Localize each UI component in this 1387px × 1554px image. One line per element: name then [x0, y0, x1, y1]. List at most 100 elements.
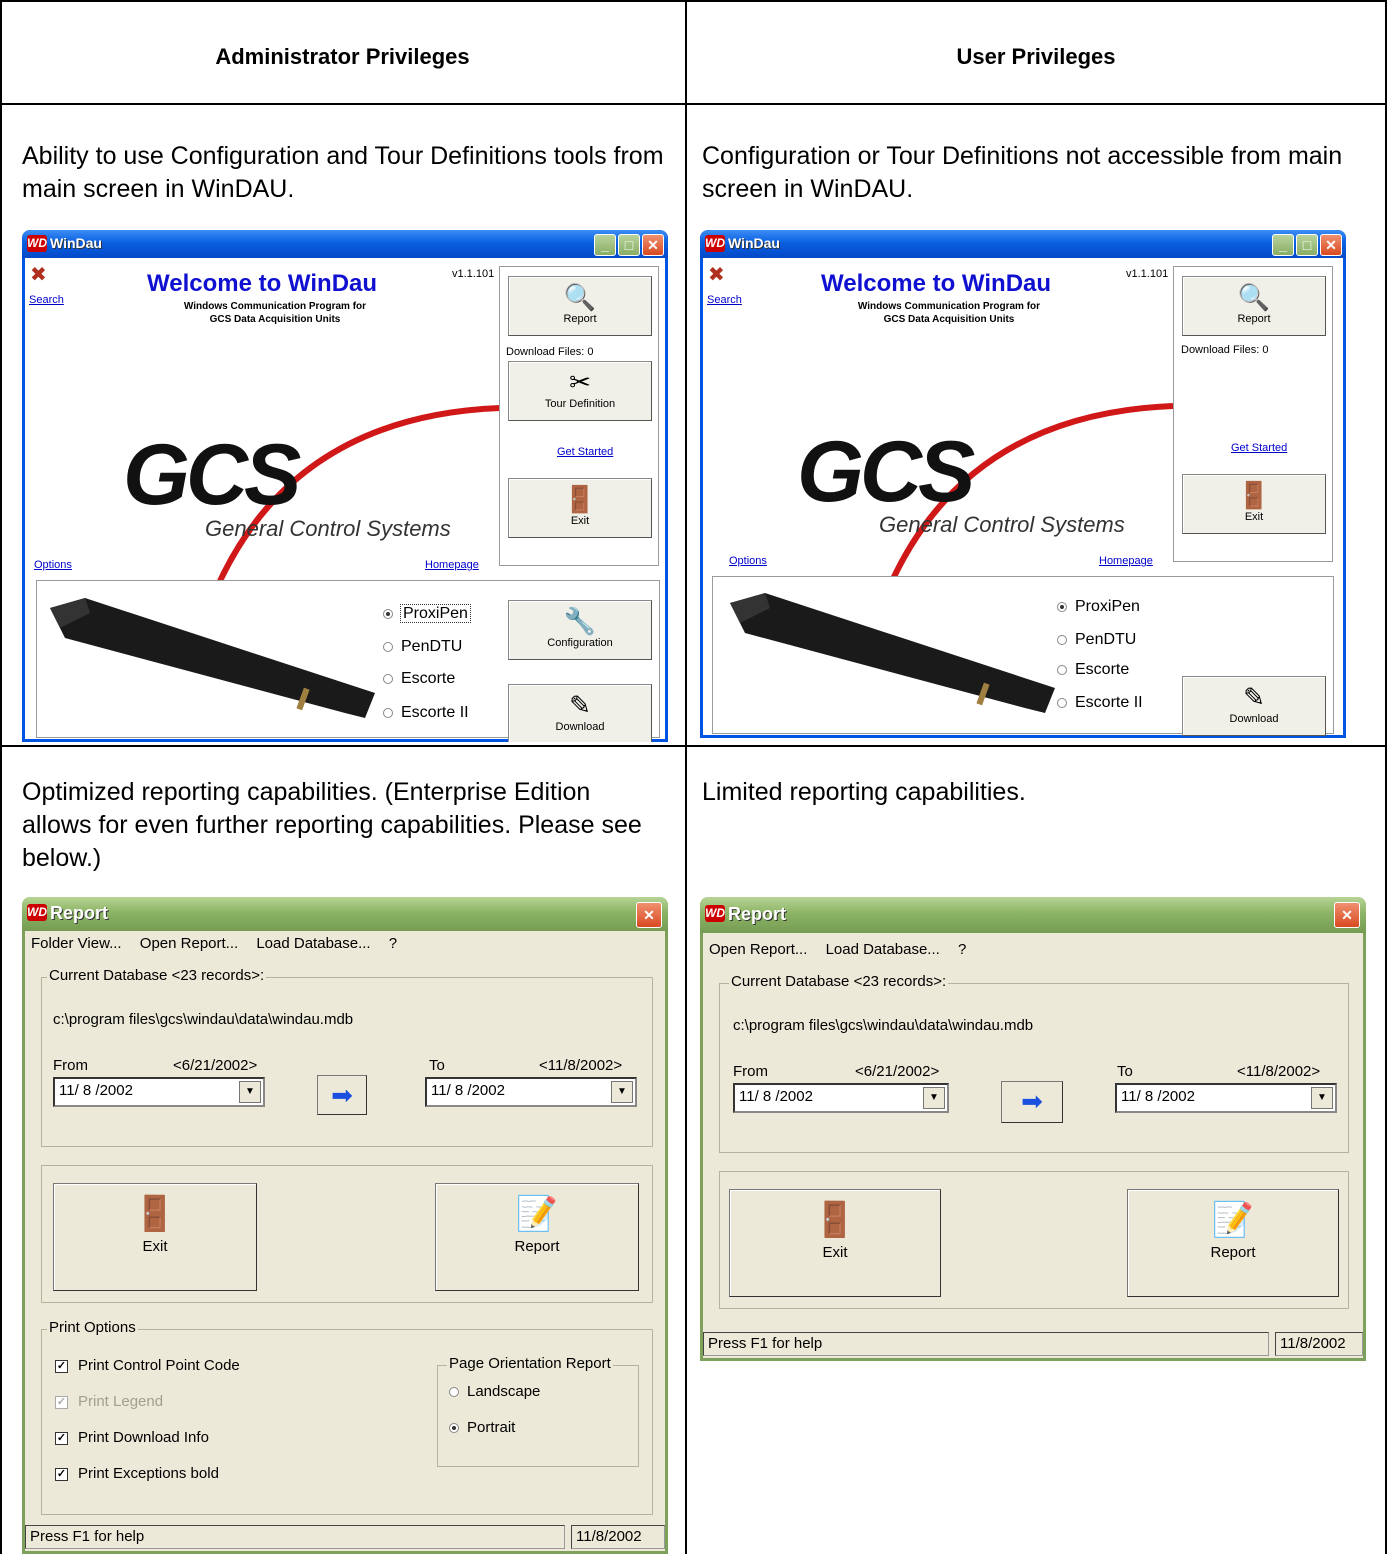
radio-proxipen[interactable]: ProxiPen — [383, 604, 471, 623]
close-button[interactable]: ✕ — [1320, 234, 1342, 256]
exit-button-label: Exit — [142, 1238, 168, 1255]
report-button[interactable]: 🔍 Report — [1182, 276, 1326, 336]
title-bar: WD Report ✕ — [700, 897, 1366, 933]
download-button[interactable]: ✎ Download — [1182, 676, 1326, 736]
radio-label: Escorte II — [1075, 694, 1143, 711]
gcs-logo: GCS — [123, 427, 301, 523]
menu-help[interactable]: ? — [958, 941, 966, 958]
report-button-label: Report — [1237, 313, 1271, 325]
radio-escorte-ii[interactable]: Escorte II — [1057, 694, 1143, 712]
report-client-area: Open Report... Load Database... ? Curren… — [703, 933, 1363, 1358]
minimize-button[interactable]: _ — [594, 234, 616, 256]
close-button[interactable]: ✕ — [642, 234, 664, 256]
report-button-label: Report — [514, 1238, 560, 1255]
minimize-button[interactable]: _ — [1272, 234, 1294, 256]
exit-button[interactable]: 🚪 Exit — [508, 478, 652, 538]
from-range: <6/21/2002> — [173, 1057, 258, 1074]
radio-dot — [1057, 634, 1067, 645]
dropdown-arrow-icon[interactable]: ▼ — [923, 1087, 945, 1109]
admin-desc-config: Ability to use Configuration and Tour De… — [22, 142, 664, 203]
report-button[interactable]: 🔍 Report — [508, 276, 652, 336]
report-icon: 🔍 — [563, 282, 597, 312]
radio-portrait[interactable]: Portrait — [449, 1419, 515, 1436]
to-date-picker[interactable]: 11/ 8 /2002 ▼ — [1115, 1083, 1337, 1113]
report-button[interactable]: 📝 Report — [1127, 1189, 1339, 1297]
window-title: Report — [728, 904, 786, 924]
download-label: Download — [555, 721, 605, 733]
status-date: 11/8/2002 — [571, 1525, 665, 1549]
user-header: User Privileges — [956, 44, 1116, 69]
tour-definition-button[interactable]: ✂ Tour Definition — [508, 361, 652, 421]
table-row-divider-1 — [0, 103, 1387, 105]
maximize-button[interactable]: □ — [1296, 234, 1318, 256]
dropdown-arrow-icon[interactable]: ▼ — [239, 1081, 261, 1103]
apply-range-button[interactable]: ➡ — [1001, 1081, 1063, 1123]
radio-label: Escorte — [1075, 661, 1130, 678]
database-path: c:\program files\gcs\windau\data\windau.… — [733, 1017, 1034, 1034]
close-button[interactable]: ✕ — [636, 902, 662, 928]
status-bar: Press F1 for help 11/8/2002 — [25, 1523, 665, 1551]
radio-label: ProxiPen — [1075, 598, 1140, 615]
radio-label: Landscape — [467, 1383, 541, 1400]
menu-load-database[interactable]: Load Database... — [826, 941, 940, 958]
get-started-link[interactable]: Get Started — [1231, 442, 1287, 454]
user-report-window: WD Report ✕ Open Report... Load Database… — [700, 897, 1366, 1361]
search-icon[interactable]: ✖ — [30, 262, 47, 287]
radio-proxipen[interactable]: ProxiPen — [1057, 598, 1140, 616]
radio-label: Escorte II — [401, 704, 469, 721]
report-edit-icon: 📝 — [515, 1195, 559, 1233]
report-icon: 🔍 — [1237, 282, 1271, 312]
menu-open-report[interactable]: Open Report... — [140, 935, 238, 952]
radio-label: PenDTU — [1075, 631, 1137, 648]
to-date-picker[interactable]: 11/ 8 /2002 ▼ — [425, 1077, 637, 1107]
radio-escorte[interactable]: Escorte — [1057, 661, 1129, 679]
print-options-label: Print Options — [47, 1319, 138, 1336]
search-link[interactable]: Search — [29, 294, 64, 306]
to-date-value: 11/ 8 /2002 — [431, 1082, 505, 1099]
exit-button[interactable]: 🚪 Exit — [53, 1183, 257, 1291]
from-date-picker[interactable]: 11/ 8 /2002 ▼ — [53, 1077, 265, 1107]
admin-header: Administrator Privileges — [215, 44, 470, 69]
configuration-button[interactable]: 🔧 Configuration — [508, 600, 652, 660]
gcs-logo: GCS — [797, 424, 975, 520]
homepage-link[interactable]: Homepage — [425, 559, 479, 571]
radio-escorte-ii[interactable]: Escorte II — [383, 704, 469, 722]
exit-button[interactable]: 🚪 Exit — [729, 1189, 941, 1297]
checkbox-label: Print Download Info — [78, 1429, 209, 1446]
search-link[interactable]: Search — [707, 294, 742, 306]
checkbox-label: Print Exceptions bold — [78, 1465, 219, 1482]
subtitle-line-1: Windows Communication Program for — [183, 301, 367, 312]
menu-load-database[interactable]: Load Database... — [256, 935, 370, 952]
exit-button[interactable]: 🚪 Exit — [1182, 474, 1326, 534]
homepage-link[interactable]: Homepage — [1099, 555, 1153, 567]
title-bar: WD WinDau _ □ ✕ — [700, 230, 1346, 258]
radio-escorte[interactable]: Escorte — [383, 670, 455, 688]
app-icon: WD — [27, 235, 47, 252]
checkbox-control-point-code[interactable]: ✓ Print Control Point Code — [55, 1357, 240, 1374]
maximize-button[interactable]: □ — [618, 234, 640, 256]
menu-help[interactable]: ? — [389, 935, 397, 952]
dropdown-arrow-icon[interactable]: ▼ — [1311, 1087, 1333, 1109]
download-button[interactable]: ✎ Download — [508, 684, 652, 742]
radio-pendtu[interactable]: PenDTU — [1057, 631, 1136, 649]
options-link[interactable]: Options — [34, 559, 72, 571]
gcs-tagline: General Control Systems — [205, 516, 451, 541]
apply-range-button[interactable]: ➡ — [317, 1075, 367, 1115]
download-files-count: Download Files: 0 — [506, 346, 594, 358]
from-date-picker[interactable]: 11/ 8 /2002 ▼ — [733, 1083, 949, 1113]
current-database-label: Current Database <23 records>: — [729, 973, 949, 990]
close-button[interactable]: ✕ — [1334, 902, 1360, 928]
options-link[interactable]: Options — [729, 555, 767, 567]
report-button[interactable]: 📝 Report — [435, 1183, 639, 1291]
search-icon[interactable]: ✖ — [708, 262, 725, 287]
get-started-link[interactable]: Get Started — [557, 446, 613, 458]
menu-folder-view[interactable]: Folder View... — [31, 935, 122, 952]
radio-landscape[interactable]: Landscape — [449, 1383, 540, 1400]
from-label: From — [733, 1063, 768, 1080]
radio-pendtu[interactable]: PenDTU — [383, 638, 462, 656]
menu-open-report[interactable]: Open Report... — [709, 941, 807, 958]
checkbox-exceptions-bold[interactable]: ✓ Print Exceptions bold — [55, 1465, 219, 1482]
checkbox-download-info[interactable]: ✓ Print Download Info — [55, 1429, 209, 1446]
app-icon: WD — [27, 904, 47, 921]
dropdown-arrow-icon[interactable]: ▼ — [611, 1081, 633, 1103]
